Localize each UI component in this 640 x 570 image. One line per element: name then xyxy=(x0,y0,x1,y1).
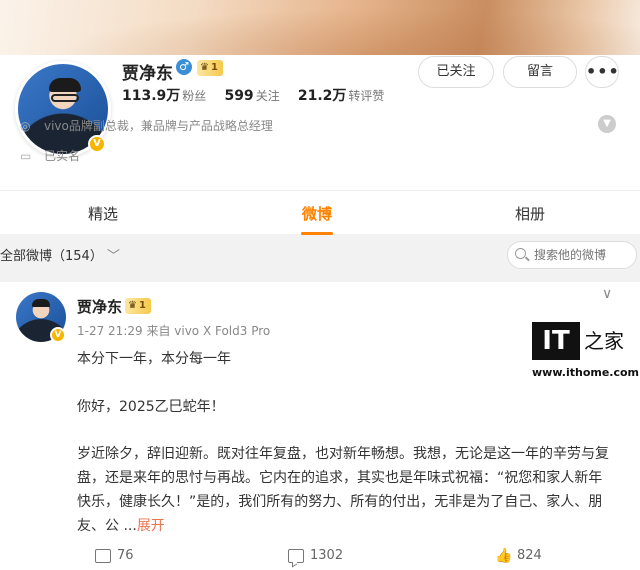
comment-icon xyxy=(288,548,304,563)
profile-header: V 贾净东 ♂ ♛ 1 113.9万 粉丝 599 关注 21.2万 转评赞 已关注 留… xyxy=(0,55,640,190)
vip-badge[interactable]: ♛ 1 xyxy=(125,298,151,314)
search-input[interactable] xyxy=(507,241,637,269)
expand-link[interactable]: 展开 xyxy=(137,518,165,534)
like-button[interactable]: 👍 824 xyxy=(495,548,542,563)
profile-tabs: 精选 微博 相册 xyxy=(0,190,640,235)
ithome-watermark: IT 之家 www.ithome.com xyxy=(532,322,639,382)
chevron-down-icon[interactable]: ∨ xyxy=(602,286,612,302)
repost-icon xyxy=(95,548,111,563)
real-name-line: ▭ 已实名 xyxy=(20,148,81,164)
chevron-down-icon: ﹀ xyxy=(106,249,120,264)
message-button[interactable]: 留言 xyxy=(503,56,577,88)
id-card-icon: ▭ xyxy=(20,148,32,163)
ithome-logo: IT xyxy=(532,322,580,360)
post-paragraph: 你好，2025乙巳蛇年！ xyxy=(77,399,225,415)
profile-description: ◎ vivo品牌副总裁，兼品牌与产品战略总经理 xyxy=(20,118,273,134)
weibo-post: V 贾净东 ♛ 1 1-27 21:29 来自 vivo X Fold3 Pro … xyxy=(0,282,640,570)
following-count[interactable]: 599 xyxy=(224,88,253,104)
male-icon: ♂ xyxy=(176,59,192,75)
vip-badge[interactable]: ♛ 1 xyxy=(197,60,223,76)
tab-weibo[interactable]: 微博 xyxy=(277,191,357,235)
search-icon xyxy=(515,248,526,259)
profile-name: 贾净东 xyxy=(122,64,173,84)
verified-v-icon: V xyxy=(50,327,66,343)
profile-banner xyxy=(0,0,640,55)
tab-featured[interactable]: 精选 xyxy=(63,191,143,235)
post-meta: 1-27 21:29 来自 vivo X Fold3 Pro xyxy=(77,324,271,338)
more-button[interactable]: ••• xyxy=(585,56,619,88)
post-paragraph: 岁近除夕，辞旧迎新。既对往年复盘，也对新年畅想。我想，无论是这一年的辛劳与复盘，… xyxy=(77,446,609,534)
crown-icon: ♛ xyxy=(128,300,137,311)
verified-v-icon: V xyxy=(88,135,106,153)
filter-bar: 全部微博（154） ﹀ xyxy=(0,234,640,274)
fans-count[interactable]: 113.9万 xyxy=(122,88,180,104)
following-button[interactable]: 已关注 xyxy=(418,56,494,88)
post-actions: 76 1302 👍 824 xyxy=(0,544,640,570)
all-weibo-filter[interactable]: 全部微博（154） ﹀ xyxy=(0,245,120,264)
expand-info-icon[interactable]: ▼ xyxy=(598,115,616,133)
post-author[interactable]: 贾净东 xyxy=(77,296,122,317)
ithome-url: www.ithome.com xyxy=(532,366,640,379)
verified-badge-icon: ◎ xyxy=(20,118,31,133)
repost-button[interactable]: 76 xyxy=(95,548,134,563)
profile-stats: 113.9万 粉丝 599 关注 21.2万 转评赞 xyxy=(122,88,385,104)
comment-button[interactable]: 1302 xyxy=(288,548,343,563)
crown-icon: ♛ xyxy=(200,62,209,73)
ithome-logo-char: 之家 xyxy=(584,329,624,353)
interactions-count: 21.2万 xyxy=(297,88,347,104)
tab-album[interactable]: 相册 xyxy=(490,191,570,235)
thumbs-up-icon: 👍 xyxy=(495,547,513,564)
